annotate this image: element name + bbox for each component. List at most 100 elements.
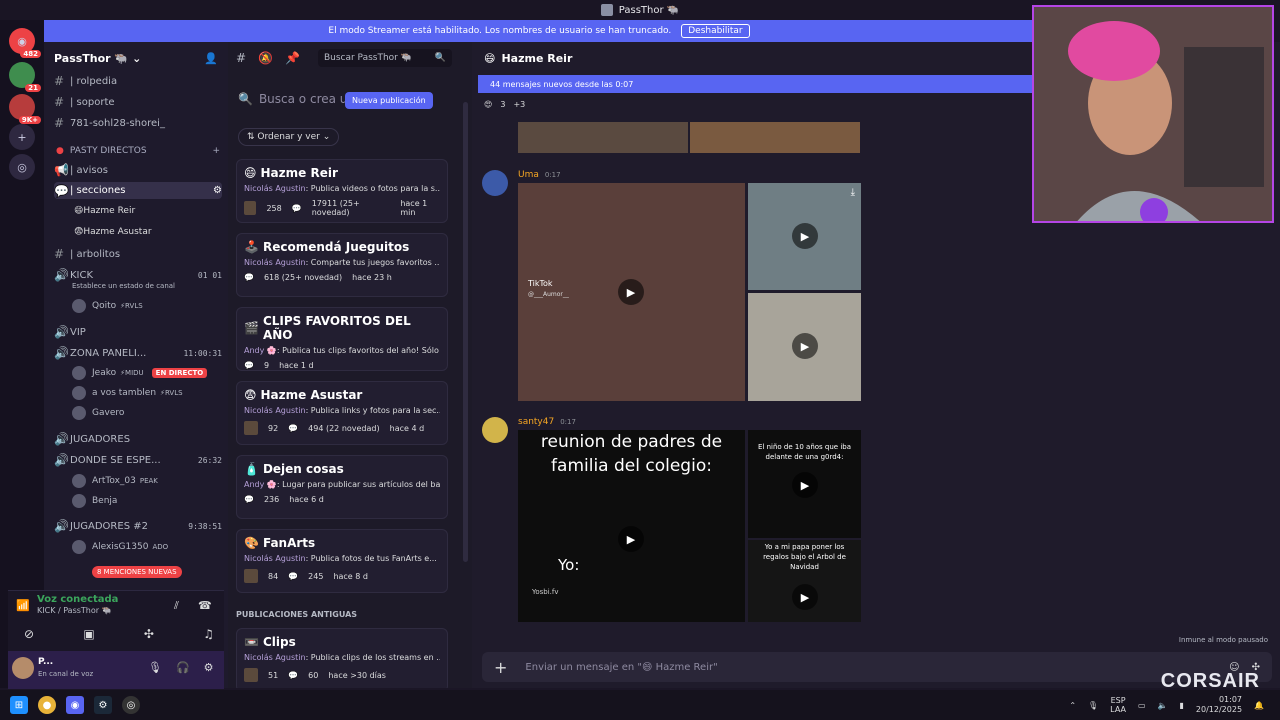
volume-icon[interactable]: 🔈 bbox=[1158, 701, 1168, 710]
voice-user[interactable]: ArtTox_03 PEAK bbox=[72, 474, 158, 488]
play-icon[interactable]: ▶ bbox=[618, 526, 644, 552]
voice-user[interactable]: Jeako ⚡MIDU EN DIRECTO bbox=[72, 366, 208, 380]
add-channel-icon[interactable]: + bbox=[212, 146, 220, 156]
threads-icon[interactable]: # bbox=[236, 51, 246, 65]
chrome-icon[interactable]: ● bbox=[38, 696, 56, 714]
new-mentions-pill[interactable]: 8 MENCIONES NUEVAS bbox=[92, 566, 182, 578]
disconnect-icon[interactable]: ☎ bbox=[198, 599, 212, 612]
avatar[interactable] bbox=[12, 657, 34, 679]
image-attachment[interactable] bbox=[690, 122, 860, 153]
channel-soporte[interactable]: # | soporte bbox=[54, 95, 222, 109]
network-icon[interactable]: ▭ bbox=[1138, 701, 1146, 710]
server-icon[interactable]: 21 bbox=[9, 62, 41, 92]
channel-rolpedia[interactable]: # | rolpedia bbox=[54, 74, 222, 88]
gear-icon[interactable]: ⚙ bbox=[204, 661, 214, 674]
add-attachment-icon[interactable]: + bbox=[494, 658, 507, 677]
video-attachment[interactable]: ▶ bbox=[748, 293, 861, 401]
forum-post[interactable]: 😨 Hazme Asustar Nicolás Agustin: Publica … bbox=[236, 381, 448, 445]
settings-icon[interactable]: ⚙ bbox=[213, 185, 222, 196]
steam-icon[interactable]: ⚙ bbox=[94, 696, 112, 714]
clock[interactable]: 01:07 20/12/2025 bbox=[1196, 695, 1242, 715]
microphone-icon[interactable]: 🎙 bbox=[1088, 701, 1098, 710]
pin-icon[interactable]: 📌 bbox=[285, 51, 300, 65]
video-attachment[interactable]: reunion de padres de familia del colegio… bbox=[518, 430, 745, 622]
language-indicator[interactable]: ESP LAA bbox=[1110, 696, 1126, 714]
play-icon[interactable]: ▶ bbox=[792, 472, 818, 498]
battery-icon[interactable]: ▮ bbox=[1180, 701, 1184, 710]
download-icon[interactable]: ⤓ bbox=[851, 187, 855, 198]
forum-post[interactable]: 🎨 FanArts Nicolás Agustin: Publica fotos … bbox=[236, 529, 448, 593]
voice-channel-donde[interactable]: 🔊 DONDE SE ESPE... 26:32 bbox=[54, 453, 222, 467]
channel-sohl[interactable]: #781-sohl28-shorei_ bbox=[54, 116, 222, 130]
voice-channel-jugadores[interactable]: 🔊 JUGADORES bbox=[54, 432, 222, 446]
windows-start-icon[interactable]: ⊞ bbox=[10, 696, 28, 714]
voice-channel-kick[interactable]: 🔊 KICK 01 01 bbox=[54, 268, 222, 282]
scrollbar-thumb[interactable] bbox=[463, 102, 468, 562]
discord-icon[interactable]: ◉ bbox=[66, 696, 84, 714]
notification-icon[interactable]: 🔔 bbox=[1254, 701, 1264, 710]
voice-user[interactable]: Benja bbox=[72, 494, 117, 508]
channel-status[interactable]: Establece un estado de canal bbox=[72, 282, 175, 290]
voice-channel-zona[interactable]: 🔊 ZONA PANELI... 11:00:31 bbox=[54, 346, 222, 360]
forum-post[interactable]: 🧴 Dejen cosas Andy 🌸: Lugar para publicar… bbox=[236, 455, 448, 519]
new-post-button[interactable]: Nueva publicación bbox=[345, 92, 433, 109]
new-messages-bar[interactable]: 44 mensajes nuevos desde las 0:07 bbox=[478, 75, 1034, 93]
voice-connected-label[interactable]: Voz conectada bbox=[37, 594, 118, 605]
thread-hazme-asustar[interactable]: 😨 Hazme Asustar bbox=[74, 227, 152, 237]
invite-icon[interactable]: 👤 bbox=[204, 52, 218, 65]
forum-post[interactable]: 📼 Clips Nicolás Agustin: Publica clips de… bbox=[236, 628, 448, 688]
explore-icon[interactable]: ◎ bbox=[9, 154, 35, 180]
more-reactions[interactable]: +3 bbox=[513, 100, 525, 109]
thread-hazme-reir[interactable]: 😄 Hazme Reir bbox=[74, 206, 135, 216]
heart-eyes-icon[interactable]: 😍 bbox=[484, 100, 492, 109]
forum-post[interactable]: 🕹️ Recomendá Jueguitos Nicolás Agustin: C… bbox=[236, 233, 448, 297]
forum-post[interactable]: 😄 Hazme Reir Nicolás Agustin: Publica vid… bbox=[236, 159, 448, 223]
channel-arbolitos[interactable]: # | arbolitos bbox=[54, 247, 222, 261]
mute-icon[interactable]: 🔕 bbox=[258, 51, 273, 65]
voice-user[interactable]: a vos tamblen ⚡RVLS bbox=[72, 386, 183, 400]
user-name[interactable]: P... bbox=[38, 657, 53, 667]
voice-channel-jugadores2[interactable]: 🔊 JUGADORES #2 9:38:51 bbox=[54, 519, 222, 533]
activities-icon[interactable]: ✣ bbox=[144, 627, 154, 641]
sort-button[interactable]: ⇅ Ordenar y ver ⌄ bbox=[238, 128, 340, 146]
video-attachment[interactable]: TikTok @___Aumor__ ▶ bbox=[518, 183, 745, 401]
category-pasty-directos[interactable]: ● PASTY DIRECTOS + bbox=[56, 146, 220, 156]
video-attachment[interactable]: Yo a mi papa poner los regalos bajo el A… bbox=[748, 540, 861, 622]
video-attachment[interactable]: El niño de 10 años que iba delante de un… bbox=[748, 430, 861, 538]
soundboard-icon[interactable]: ♫ bbox=[203, 627, 214, 641]
app-icon[interactable]: ◎ bbox=[122, 696, 140, 714]
voice-user[interactable]: Gavero bbox=[72, 406, 124, 420]
play-icon[interactable]: ▶ bbox=[792, 333, 818, 359]
disable-streamer-button[interactable]: Deshabilitar bbox=[681, 24, 750, 38]
home-button[interactable]: ◉ 482 bbox=[9, 28, 41, 58]
channel-avisos[interactable]: 📢 | avisos bbox=[54, 163, 222, 177]
forum-search[interactable]: 🔍 Busca o crea un bbox=[238, 92, 355, 106]
channel-secciones[interactable]: 💬 | secciones ⚙ bbox=[54, 182, 222, 199]
avatar[interactable] bbox=[482, 417, 508, 443]
add-server-icon[interactable]: + bbox=[9, 124, 35, 150]
chevron-up-icon[interactable]: ⌃ bbox=[1069, 701, 1076, 710]
play-icon[interactable]: ▶ bbox=[618, 279, 644, 305]
play-icon[interactable]: ▶ bbox=[792, 223, 818, 249]
video-off-icon[interactable]: ⊘ bbox=[24, 627, 34, 641]
voice-user[interactable]: AlexisG1350 ADO bbox=[72, 540, 168, 554]
avatar[interactable] bbox=[482, 170, 508, 196]
forum-scrollbar[interactable] bbox=[460, 42, 472, 688]
play-icon[interactable]: ▶ bbox=[792, 584, 818, 610]
voice-channel-vip[interactable]: 🔊 VIP bbox=[54, 325, 222, 339]
headphones-icon[interactable]: 🎧 bbox=[176, 661, 190, 674]
microphone-icon[interactable]: 🎙 bbox=[148, 661, 162, 674]
post-title: CLIPS FAVORITOS DEL AÑO bbox=[262, 314, 411, 342]
voice-user[interactable]: Qoito ⚡RVLS bbox=[72, 299, 143, 313]
video-attachment[interactable]: ▶ ⤓ bbox=[748, 183, 861, 290]
server-icon[interactable]: 9K+ bbox=[9, 94, 41, 124]
screen-share-icon[interactable]: ▣ bbox=[83, 627, 94, 641]
search-input[interactable]: Buscar PassThor 🐃 🔍 bbox=[317, 49, 452, 67]
message-composer[interactable]: + Enviar un mensaje en "😄 Hazme Reir" ☺ … bbox=[482, 652, 1272, 682]
author-name[interactable]: Uma bbox=[518, 170, 539, 180]
forum-post[interactable]: 🎬 CLIPS FAVORITOS DEL AÑO Andy 🌸: Publica… bbox=[236, 307, 448, 371]
server-header[interactable]: PassThor 🐃 ⌄ 👤 bbox=[44, 42, 228, 74]
author-name[interactable]: santy47 bbox=[518, 417, 554, 427]
image-attachment[interactable] bbox=[518, 122, 688, 153]
noise-suppression-icon[interactable]: ⫽ bbox=[174, 599, 179, 613]
